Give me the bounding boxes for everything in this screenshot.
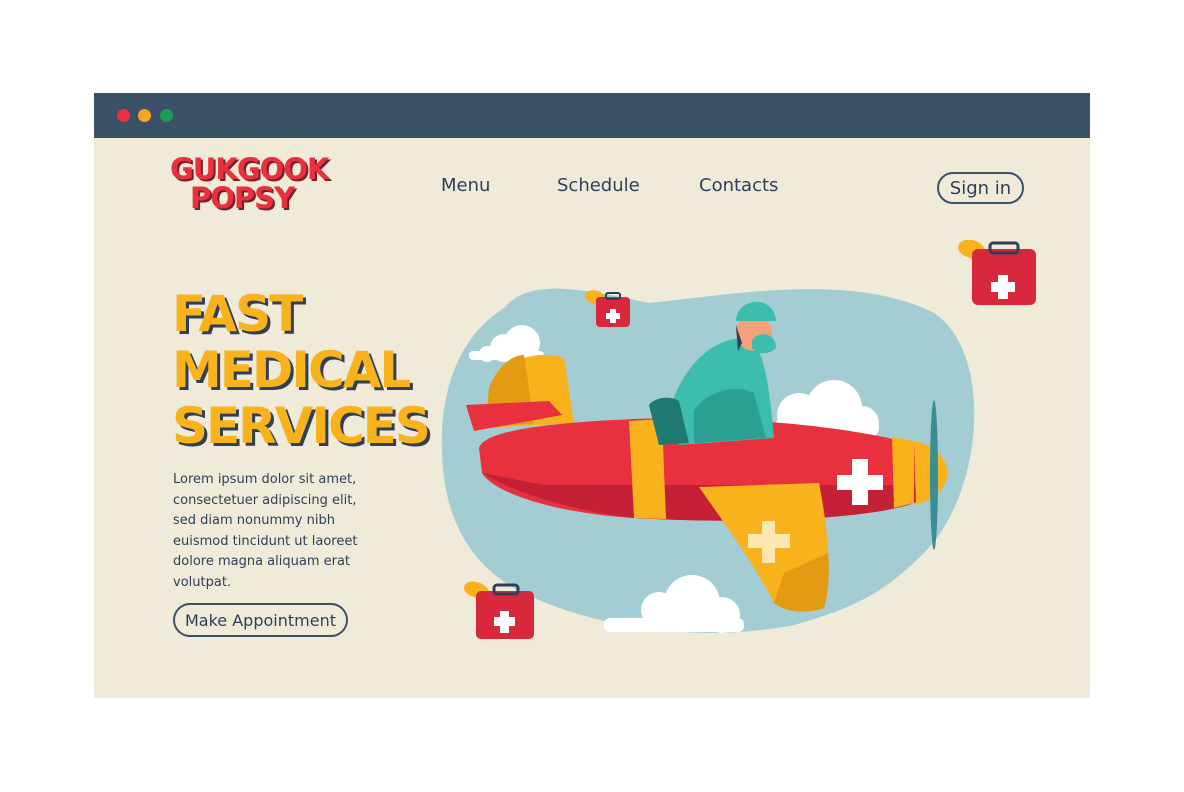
first-aid-kit: [958, 239, 1036, 305]
propeller: [930, 400, 938, 550]
browser-window: GUKGOOK POPSY Menu Schedule Contacts Sig…: [94, 93, 1090, 698]
hero-illustration: [441, 239, 1036, 639]
